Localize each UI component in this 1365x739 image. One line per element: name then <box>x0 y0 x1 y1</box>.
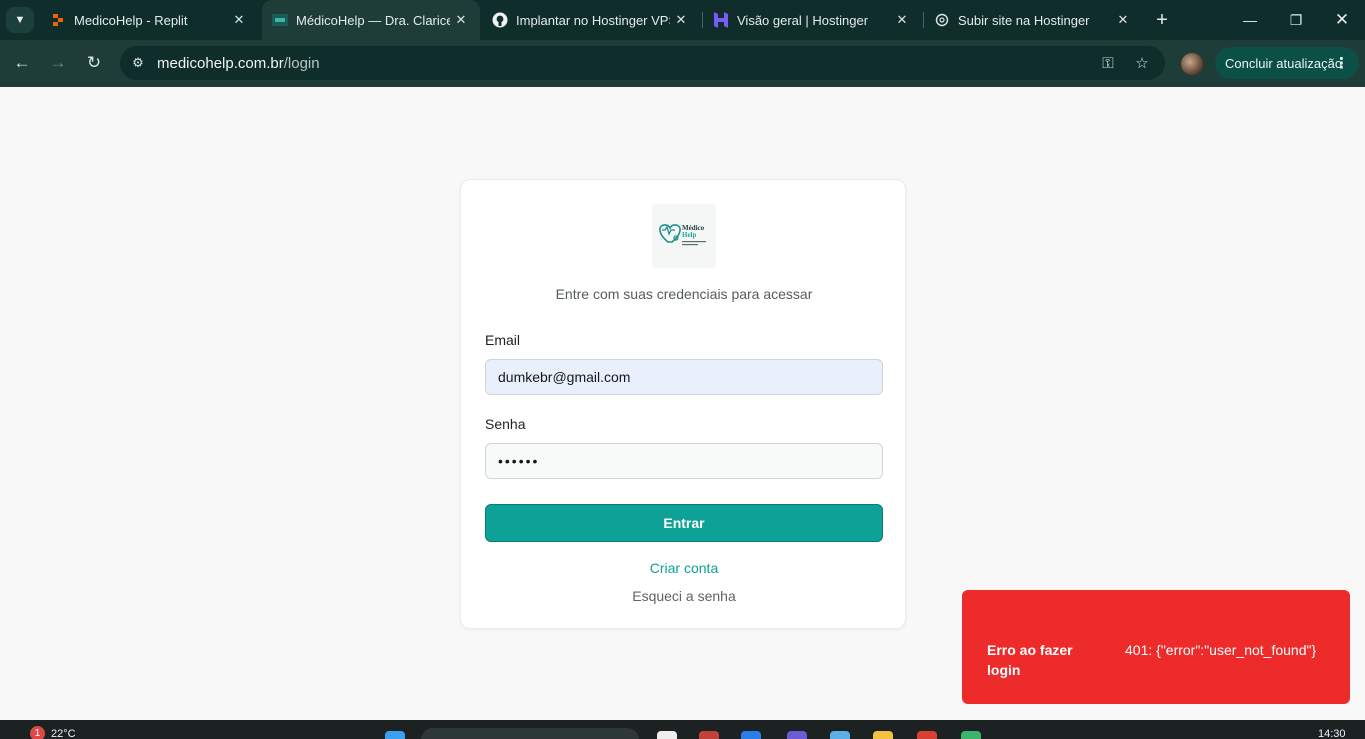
chrome-icon[interactable] <box>961 731 981 739</box>
restore-icon: ❐ <box>1289 11 1303 28</box>
arrow-right-icon: → <box>49 53 67 72</box>
address-bar[interactable]: ⚙ medicohelp.com.br/login ⚿ ☆ <box>120 46 1165 80</box>
arrow-left-icon: ← <box>13 53 31 72</box>
chevron-down-icon: ▼ <box>14 14 26 26</box>
browser-toolbar: ← → ↻ ⚙ medicohelp.com.br/login ⚿ ☆ Conc… <box>0 40 1365 87</box>
taskbar-search[interactable] <box>421 728 639 739</box>
tab-title: Implantar no Hostinger VPS <box>516 12 670 28</box>
reload-button[interactable]: ↻ <box>81 50 107 76</box>
forgot-password-link[interactable]: Esqueci a senha <box>461 588 907 604</box>
update-button[interactable]: Concluir atualização ⋮ <box>1215 47 1359 79</box>
plus-icon: + <box>1156 8 1168 31</box>
github-icon <box>492 12 508 28</box>
forward-button[interactable]: → <box>45 50 71 76</box>
close-tab-icon[interactable]: ✕ <box>670 9 692 31</box>
close-window-button[interactable]: ✕ <box>1319 0 1365 40</box>
url-host: medicohelp.com.br <box>157 55 284 72</box>
toast-message: 401: {"error":"user_not_found"} <box>1125 642 1317 658</box>
back-button[interactable]: ← <box>9 50 35 76</box>
profile-avatar[interactable] <box>1181 53 1203 75</box>
password-label: Senha <box>485 416 526 432</box>
email-field[interactable]: dumkebr@gmail.com <box>485 359 883 395</box>
tab-strip: ▼ MedicoHelp - Replit ✕ MédicoHelp — Dra… <box>0 0 1365 40</box>
heart-stethoscope-icon: Médico Help <box>659 224 706 246</box>
new-tab-button[interactable]: + <box>1150 8 1174 32</box>
tab-title: MédicoHelp — Dra. Clarice <box>296 12 450 28</box>
medicohelp-favicon <box>272 12 288 28</box>
reload-icon: ↻ <box>86 53 102 72</box>
replit-icon <box>50 12 66 28</box>
close-tab-icon[interactable]: ✕ <box>1112 9 1134 31</box>
url-text[interactable]: medicohelp.com.br/login <box>157 55 320 72</box>
error-toast[interactable]: Erro ao fazer login 401: {"error":"user_… <box>962 590 1350 704</box>
minimize-icon: — <box>1243 12 1257 28</box>
taskbar-clock[interactable]: 14:30 <box>1318 728 1346 739</box>
login-card: Médico Help Entre com suas credenciais p… <box>460 179 906 629</box>
taskbar-app-icon[interactable] <box>699 731 719 739</box>
page-viewport: Médico Help Entre com suas credenciais p… <box>0 87 1365 720</box>
create-account-link[interactable]: Criar conta <box>461 560 907 576</box>
tab-github-hostinger[interactable]: Implantar no Hostinger VPS ✕ <box>482 0 700 40</box>
weather-temperature[interactable]: 22°C <box>51 728 76 739</box>
tab-medicohelp-clarice[interactable]: MédicoHelp — Dra. Clarice ✕ <box>262 0 480 40</box>
task-view-icon[interactable] <box>657 731 677 739</box>
bookmark-star-icon[interactable]: ☆ <box>1133 54 1151 72</box>
windows-start-icon[interactable] <box>385 731 405 739</box>
site-info-icon[interactable]: ⚙ <box>130 55 146 71</box>
taskbar-app-icon[interactable] <box>741 731 761 739</box>
password-key-icon[interactable]: ⚿ <box>1099 54 1117 72</box>
tab-subir-site[interactable]: Subir site na Hostinger ✕ <box>924 0 1142 40</box>
close-tab-icon[interactable]: ✕ <box>450 9 472 31</box>
close-tab-icon[interactable]: ✕ <box>891 9 913 31</box>
close-tab-icon[interactable]: ✕ <box>228 9 250 31</box>
taskbar-app-icon[interactable] <box>917 731 937 739</box>
file-explorer-icon[interactable] <box>873 731 893 739</box>
restore-button[interactable]: ❐ <box>1273 0 1319 40</box>
tab-search-button[interactable]: ▼ <box>6 7 34 33</box>
teams-icon[interactable] <box>787 731 807 739</box>
hostinger-icon <box>713 12 729 28</box>
logo-text-2: Help <box>682 231 696 239</box>
weather-alert-badge: 1 <box>30 726 45 739</box>
tab-hostinger-overview[interactable]: Visão geral | Hostinger ✕ <box>703 0 921 40</box>
login-subtitle: Entre com suas credenciais para acessar <box>555 286 813 302</box>
medicohelp-logo: Médico Help <box>652 204 716 268</box>
close-icon: ✕ <box>1334 10 1350 29</box>
toast-title: Erro ao fazer login <box>987 642 1073 678</box>
tab-title: MedicoHelp - Replit <box>74 12 188 28</box>
windows-taskbar: 1 22°C 14:30 <box>0 720 1365 739</box>
password-field[interactable]: •••••• <box>485 443 883 479</box>
tab-title: Visão geral | Hostinger <box>737 12 869 28</box>
update-button-label: Concluir atualização <box>1225 55 1343 71</box>
tab-title: Subir site na Hostinger <box>958 12 1090 28</box>
minimize-button[interactable]: — <box>1227 0 1273 40</box>
login-button[interactable]: Entrar <box>485 504 883 542</box>
taskbar-app-icon[interactable] <box>830 731 850 739</box>
tab-medicohelp-replit[interactable]: MedicoHelp - Replit ✕ <box>40 0 258 40</box>
more-menu-icon[interactable]: ⋮ <box>1334 54 1349 72</box>
email-label: Email <box>485 332 521 348</box>
chatgpt-icon <box>934 12 950 28</box>
url-path: /login <box>283 55 320 72</box>
